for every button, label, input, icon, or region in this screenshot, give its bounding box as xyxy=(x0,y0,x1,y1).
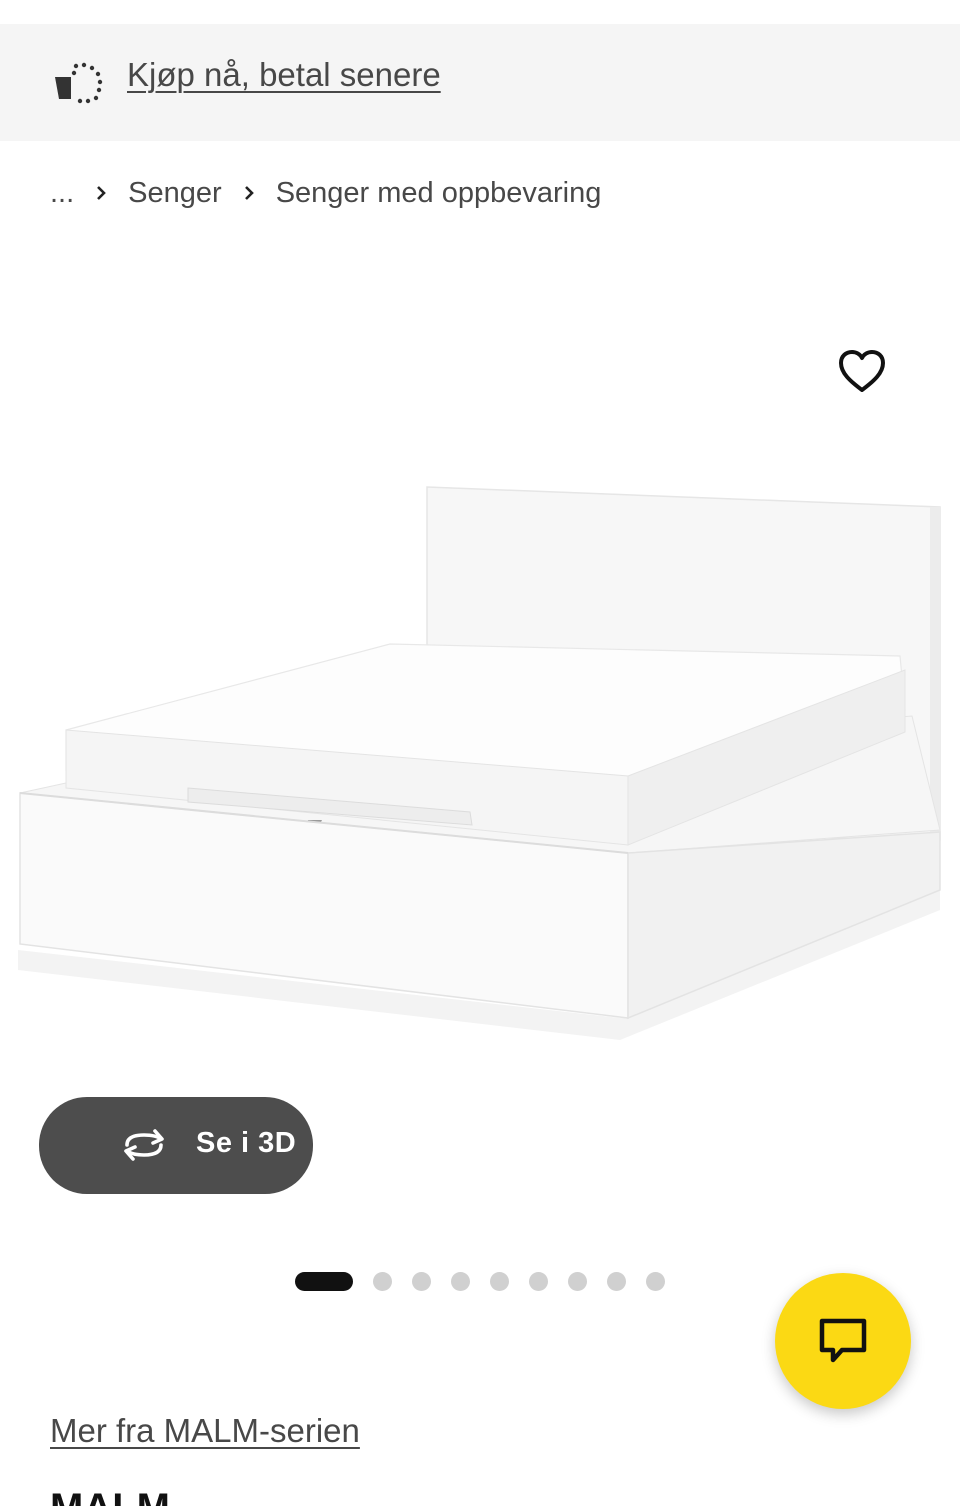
view-in-3d-label: Se i 3D xyxy=(196,1127,297,1159)
breadcrumb-ellipsis[interactable]: ... xyxy=(50,177,74,210)
carousel-dot-3[interactable] xyxy=(412,1272,431,1291)
carousel-dot-8[interactable] xyxy=(607,1272,626,1291)
chevron-right-icon xyxy=(244,185,254,201)
chevron-right-icon xyxy=(96,185,107,201)
heart-icon[interactable] xyxy=(836,346,888,398)
view-in-3d-button[interactable]: Se i 3D xyxy=(39,1097,313,1194)
carousel-dot-4[interactable] xyxy=(451,1272,470,1291)
promo-banner: Kjøp nå, betal senere xyxy=(0,24,960,141)
carousel-dot-9[interactable] xyxy=(646,1272,665,1291)
buy-now-pay-later-icon xyxy=(55,62,103,104)
breadcrumb-senger[interactable]: Senger xyxy=(128,177,222,210)
breadcrumb: ... Senger Senger med oppbevaring xyxy=(50,172,601,214)
product-image xyxy=(18,486,941,1040)
buy-now-pay-later-link[interactable]: Kjøp nå, betal senere xyxy=(127,56,441,94)
carousel-dot-5[interactable] xyxy=(490,1272,509,1291)
chat-bubble-icon xyxy=(819,1318,867,1363)
carousel-dot-6[interactable] xyxy=(529,1272,548,1291)
carousel-dot-2[interactable] xyxy=(373,1272,392,1291)
carousel-dot-7[interactable] xyxy=(568,1272,587,1291)
chat-button[interactable] xyxy=(775,1273,911,1409)
rotate-3d-icon xyxy=(124,1129,164,1161)
carousel-dot-1[interactable] xyxy=(295,1272,353,1291)
breadcrumb-storage-beds[interactable]: Senger med oppbevaring xyxy=(276,177,602,210)
more-from-series-link[interactable]: Mer fra MALM-serien xyxy=(50,1412,360,1450)
product-title: MALM xyxy=(50,1488,170,1506)
